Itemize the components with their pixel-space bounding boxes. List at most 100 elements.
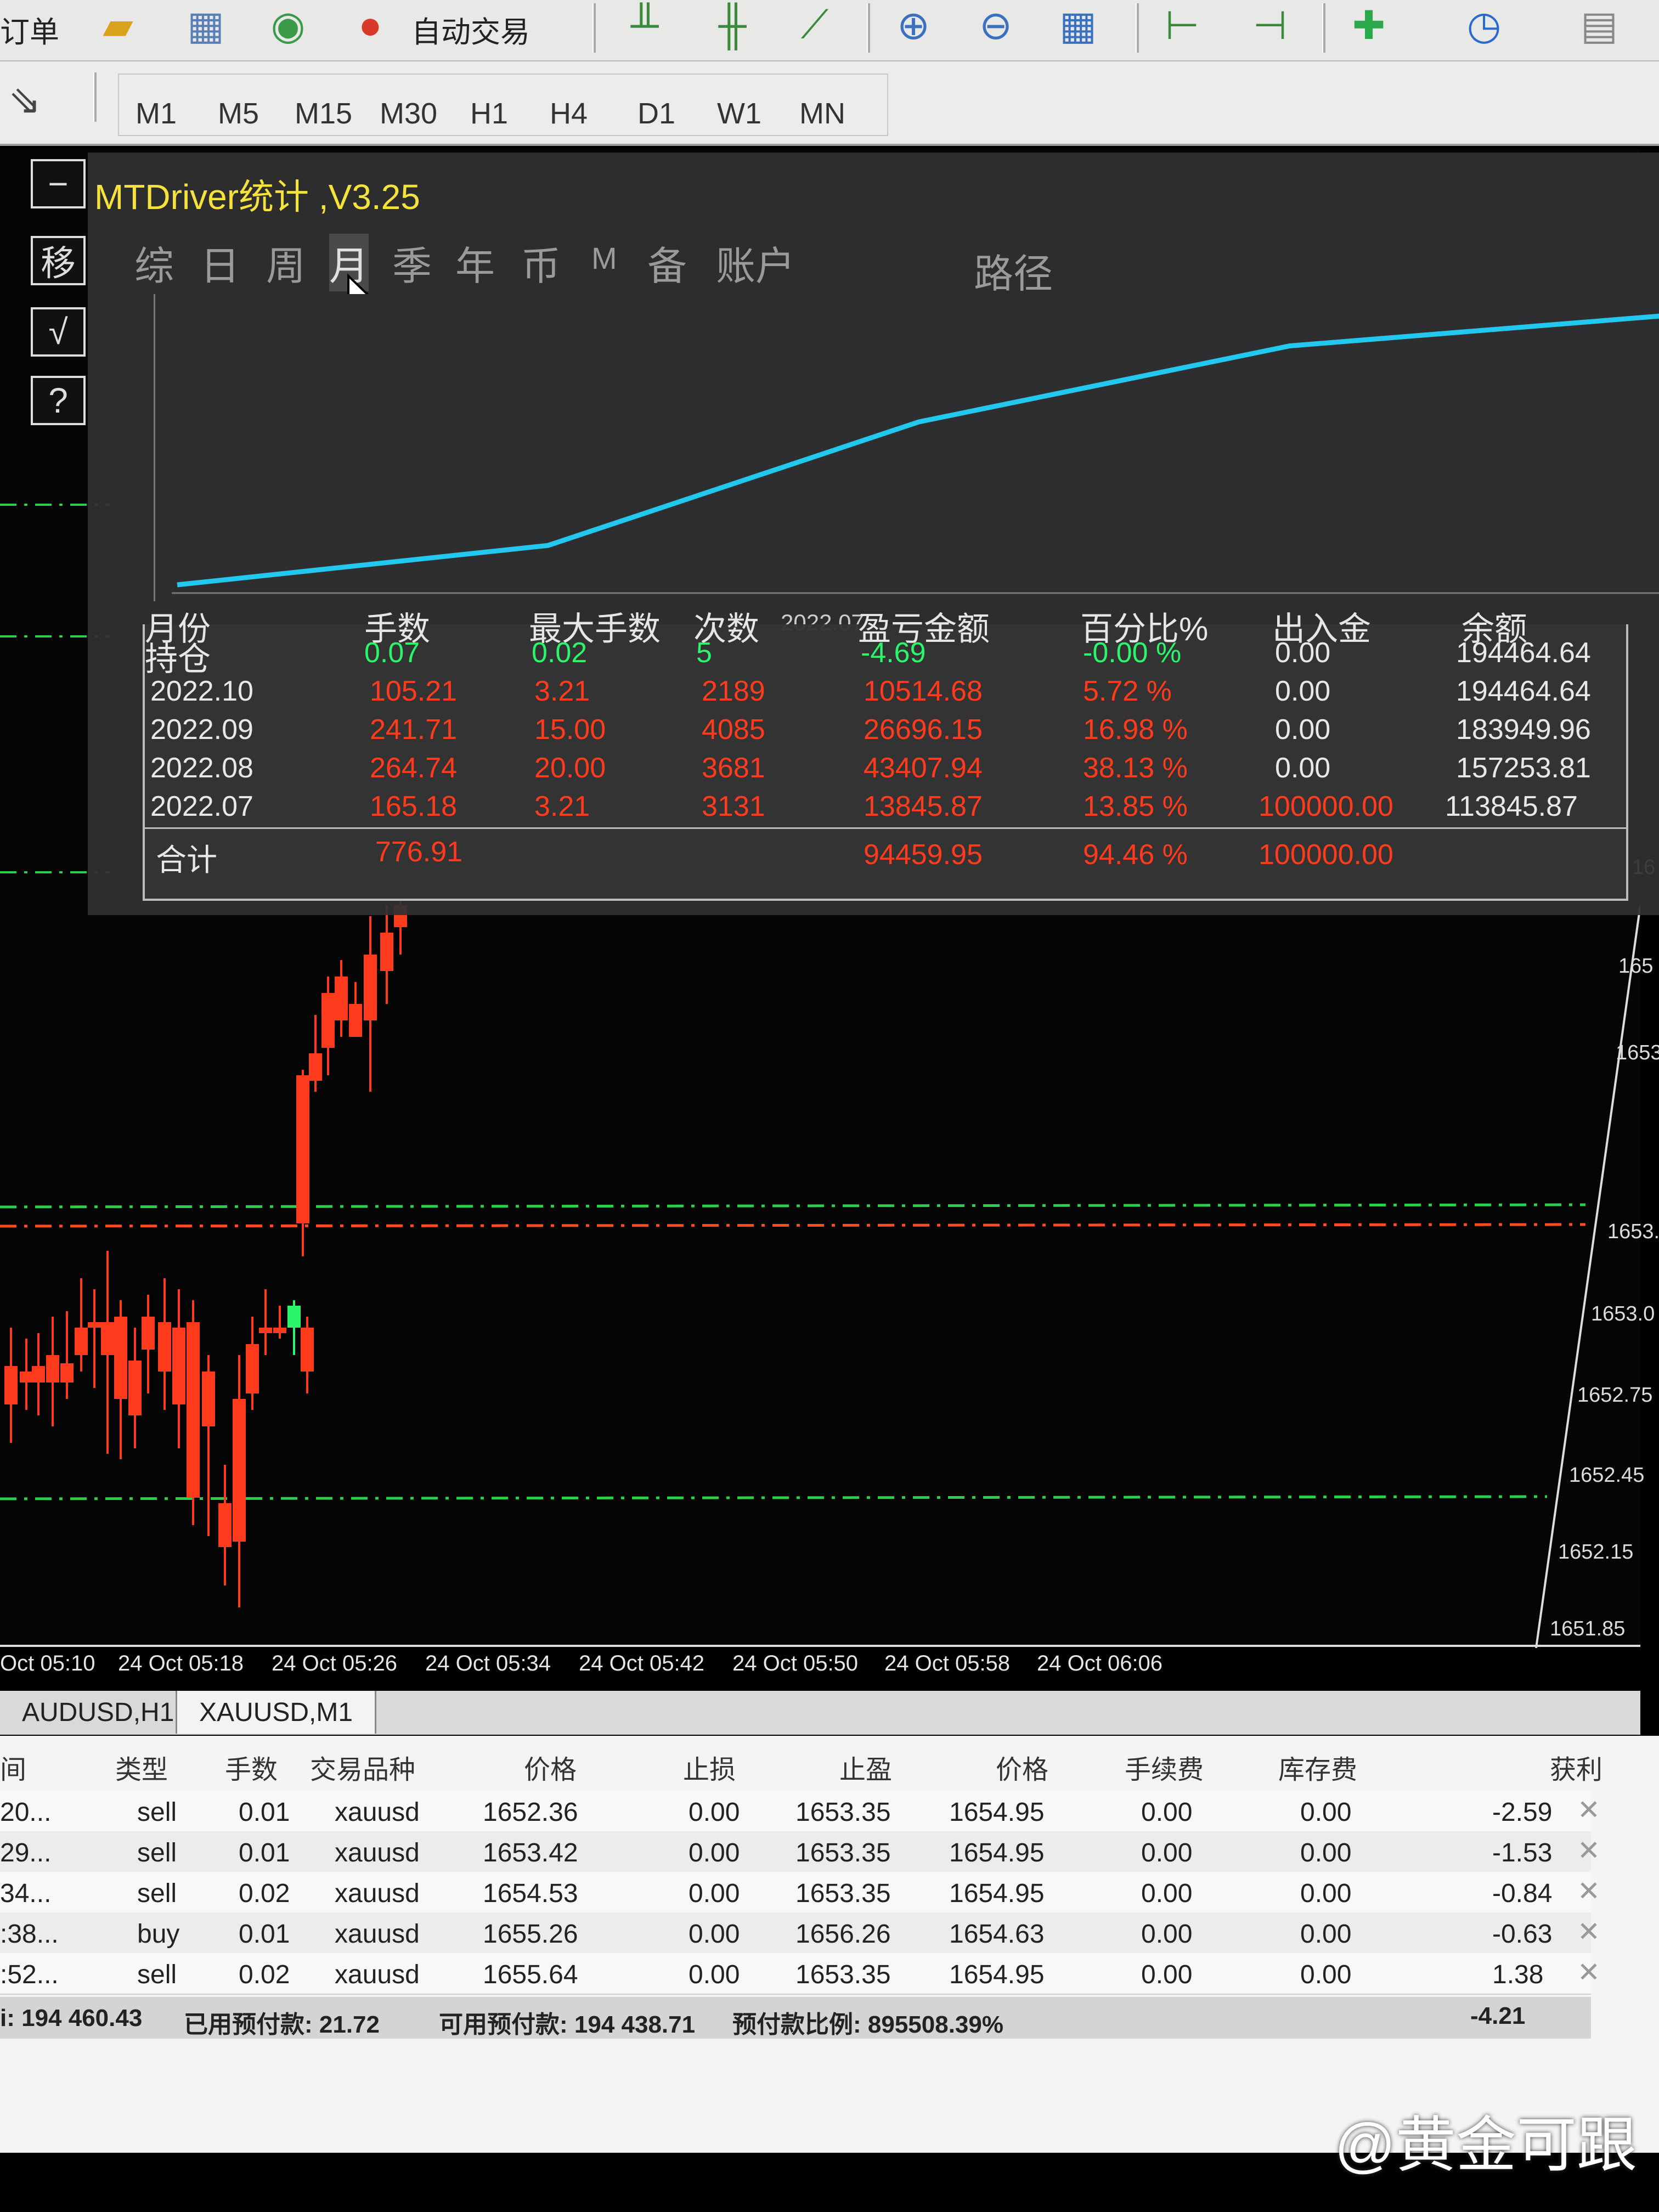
row-type: sell — [137, 1879, 177, 1908]
row-max-lots: 0.02 — [532, 637, 588, 669]
move-panel-button[interactable]: 移 — [31, 236, 86, 285]
equity-curve-line — [172, 313, 1659, 594]
candlestick-icon[interactable]: ╫ — [708, 3, 757, 47]
price-axis-label: 1653. — [1607, 1220, 1659, 1243]
tab-day[interactable]: 日 — [200, 234, 240, 291]
position-row[interactable]: 29... sell 0.01 xauusd 1653.42 0.00 1653.35 165… — [0, 1831, 1600, 1873]
auto-trade-label[interactable]: 自动交易 — [411, 8, 530, 49]
col-profit[interactable]: 获利 — [1550, 1748, 1602, 1786]
timeframe-h1[interactable]: H1 — [470, 97, 508, 131]
tab-year[interactable]: 年 — [455, 234, 495, 291]
row-profit: -0.84 — [1492, 1879, 1553, 1908]
row-deposit: 100000.00 — [1259, 791, 1393, 822]
help-button[interactable]: ? — [31, 376, 86, 425]
tab-path[interactable]: 路径 — [974, 241, 1053, 299]
col-commission[interactable]: 手续费 — [1125, 1748, 1204, 1786]
chart-tab-audusd[interactable]: AUDUSD,H1 — [0, 1691, 198, 1734]
timeframe-m1[interactable]: M1 — [136, 97, 177, 131]
row-pnl: 10514.68 — [864, 675, 983, 707]
tab-summary[interactable]: 综 — [134, 234, 174, 291]
close-position-icon[interactable]: ✕ — [1577, 1956, 1600, 1988]
position-row[interactable]: :38... buy 0.01 xauusd 1655.26 0.00 1656.26 165… — [0, 1912, 1600, 1954]
total-pnl: 94459.95 — [864, 839, 983, 871]
line-chart-icon[interactable]: ⟋ — [790, 3, 839, 47]
timeframe-m5[interactable]: M5 — [218, 97, 259, 131]
row-month: 2022.07 — [150, 791, 253, 822]
bear-candle — [246, 1344, 259, 1393]
timeframe-group: M1 M5 M15 M30 H1 H4 D1 W1 MN — [118, 74, 888, 136]
position-row[interactable]: 20... sell 0.01 xauusd 1652.36 0.00 1653.35 165… — [0, 1791, 1600, 1832]
row-stop-loss: 0.00 — [689, 1920, 740, 1949]
tab-quarter[interactable]: 季 — [392, 234, 432, 291]
zoom-out-icon[interactable]: ⊖ — [971, 3, 1020, 48]
col-stop-loss[interactable]: 止损 — [683, 1748, 736, 1786]
zoom-in-icon[interactable]: ⊕ — [889, 3, 938, 48]
tab-account[interactable]: 账户 — [716, 234, 795, 291]
tab-week[interactable]: 周 — [266, 234, 306, 291]
confirm-button[interactable]: √ — [31, 307, 86, 357]
close-position-icon[interactable]: ✕ — [1577, 1916, 1600, 1948]
close-position-icon[interactable]: ✕ — [1577, 1835, 1600, 1866]
col-type[interactable]: 类型 — [115, 1748, 168, 1786]
summary-margin-level: 预付款比例: 895508.39% — [732, 2011, 1003, 2038]
row-swap: 0.00 — [1300, 1798, 1352, 1827]
tile-windows-icon[interactable]: ▦ — [1053, 3, 1103, 48]
templates-icon[interactable]: ▤ — [1575, 3, 1624, 48]
periods-clock-icon[interactable]: ◷ — [1459, 3, 1509, 48]
row-commission: 0.00 — [1141, 1838, 1193, 1867]
chart-tab-xauusd[interactable]: XAUUSD,M1 — [176, 1691, 377, 1734]
col-current-price[interactable]: 价格 — [996, 1748, 1048, 1786]
row-lots: 0.01 — [239, 1838, 290, 1867]
row-lots: 105.21 — [370, 675, 458, 707]
position-row[interactable]: :52... sell 0.02 xauusd 1655.64 0.00 1653.35 16… — [0, 1953, 1600, 1995]
history-center-icon[interactable]: ▦ — [181, 3, 230, 48]
col-open-price[interactable]: 价格 — [524, 1748, 577, 1786]
close-position-icon[interactable]: ✕ — [1577, 1794, 1600, 1826]
row-max-lots: 15.00 — [534, 714, 606, 746]
row-open-price: 1652.36 — [483, 1798, 578, 1827]
indicators-icon[interactable]: ✚ — [1344, 3, 1393, 48]
col-symbol[interactable]: 交易品种 — [310, 1748, 415, 1786]
row-lots: 241.71 — [370, 714, 458, 746]
row-swap: 0.00 — [1300, 1838, 1352, 1867]
level-line — [0, 1203, 1586, 1209]
timeframe-w1[interactable]: W1 — [717, 97, 761, 131]
signals-icon[interactable]: ◉ — [263, 3, 313, 48]
new-order-label[interactable]: 订单 — [0, 8, 59, 49]
position-row[interactable]: 34... sell 0.02 xauusd 1654.53 0.00 1653.35 165… — [0, 1872, 1600, 1914]
close-position-icon[interactable]: ✕ — [1577, 1875, 1600, 1907]
account-summary-bar: i: 194 460.43 已用预付款: 21.72 可用预付款: 194 43… — [0, 1997, 1591, 2039]
tab-backup[interactable]: 备 — [647, 234, 687, 291]
timeframe-toolbar: ⇘ M1 M5 M15 M30 H1 H4 D1 W1 MN — [0, 61, 1659, 146]
tab-currency[interactable]: 币 — [521, 234, 561, 291]
col-lots[interactable]: 手数 — [225, 1748, 278, 1786]
total-deposit: 100000.00 — [1259, 839, 1393, 871]
row-month: 2022.09 — [150, 714, 253, 746]
timeframe-m30[interactable]: M30 — [380, 97, 437, 131]
timeframe-d1[interactable]: D1 — [637, 97, 675, 131]
autoscroll-icon[interactable]: ⊣ — [1245, 3, 1295, 48]
gold-bars-icon[interactable]: ▰ — [93, 3, 143, 48]
tab-m[interactable]: M — [591, 240, 617, 276]
row-percent: 13.85 % — [1083, 791, 1188, 822]
cursor-tools-icon[interactable]: ⇘ — [0, 78, 49, 122]
auto-trade-icon[interactable]: ● — [346, 3, 395, 47]
time-axis-label: 24 Oct 05:42 — [579, 1651, 705, 1675]
row-commission: 0.00 — [1141, 1879, 1193, 1908]
equity-curve: 2022.07 — [154, 294, 1659, 635]
row-deposit: 0.00 — [1275, 714, 1331, 746]
row-lots: 0.01 — [239, 1920, 290, 1949]
row-time: 20... — [0, 1798, 52, 1827]
chart-shift-icon[interactable]: ⊢ — [1158, 3, 1207, 48]
col-time[interactable]: 间 — [0, 1748, 26, 1786]
row-commission: 0.00 — [1141, 1960, 1193, 1989]
bar-chart-icon[interactable]: ╨ — [620, 3, 669, 47]
minimize-panel-button[interactable]: − — [31, 159, 86, 208]
bear-candle — [301, 1328, 314, 1372]
timeframe-mn[interactable]: MN — [799, 97, 845, 131]
timeframe-h4[interactable]: H4 — [550, 97, 588, 131]
timeframe-m15[interactable]: M15 — [295, 97, 352, 131]
col-swap[interactable]: 库存费 — [1278, 1748, 1357, 1786]
row-symbol: xauusd — [335, 1879, 420, 1908]
col-take-profit[interactable]: 止盈 — [839, 1748, 892, 1786]
